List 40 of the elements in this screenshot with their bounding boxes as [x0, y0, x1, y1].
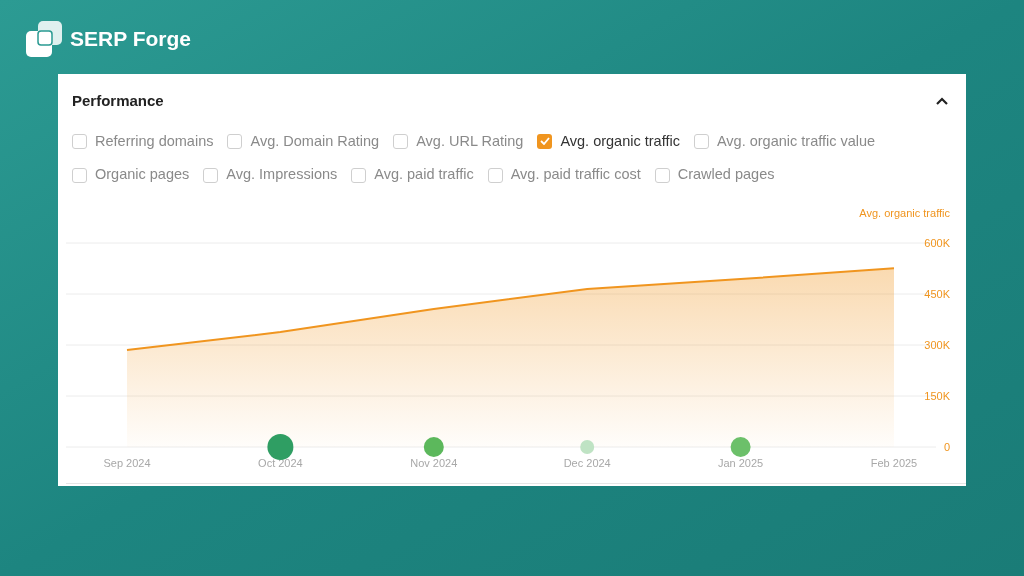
checkbox[interactable]: [72, 133, 87, 149]
event-marker[interactable]: [730, 436, 751, 457]
checkbox-label[interactable]: Organic pages: [95, 164, 190, 186]
checkbox[interactable]: [537, 133, 553, 149]
y-tick-label: 600K: [924, 236, 950, 249]
x-tick-label: Feb 2025: [870, 456, 918, 469]
x-tick-label: Oct 2024: [258, 456, 303, 469]
chevron-icon: [935, 96, 949, 107]
y-tick-label: 150K: [924, 389, 950, 402]
x-tick-label: Dec 2024: [563, 456, 611, 469]
x-tick-label: Nov 2024: [410, 456, 458, 469]
x-tick-label: Sep 2024: [103, 456, 151, 469]
checkbox[interactable]: [203, 167, 219, 183]
checkbox-label[interactable]: Avg. paid traffic cost: [510, 164, 641, 186]
checkbox-label[interactable]: Avg. Domain Rating: [250, 130, 380, 153]
checkbox[interactable]: [351, 167, 367, 183]
panel-title: Performance: [72, 91, 164, 111]
checkbox-label[interactable]: Avg. paid traffic: [374, 164, 474, 186]
brand-name: SERP Forge: [70, 26, 191, 53]
y-tick-label: 300K: [924, 338, 950, 351]
checkbox-label[interactable]: Avg. organic traffic value: [716, 130, 876, 153]
checkbox[interactable]: [487, 167, 503, 183]
checkbox-label[interactable]: Avg. organic traffic: [560, 130, 680, 153]
checkbox-label[interactable]: Avg. Impressions: [226, 164, 338, 186]
checkbox[interactable]: [393, 133, 409, 149]
series-label: Avg. organic traffic: [859, 206, 950, 221]
checkbox-label[interactable]: Crawled pages: [677, 164, 775, 186]
checkbox[interactable]: [227, 133, 243, 149]
event-marker[interactable]: [423, 436, 444, 457]
checkbox[interactable]: [693, 133, 709, 149]
x-tick-label: Jan 2025: [717, 456, 764, 469]
event-marker[interactable]: [580, 439, 595, 454]
checkbox[interactable]: [654, 167, 670, 183]
y-tick-label: 450K: [924, 287, 950, 300]
checkbox[interactable]: [72, 167, 87, 183]
event-marker[interactable]: [267, 433, 294, 460]
checkbox-label[interactable]: Referring domains: [95, 130, 214, 153]
y-tick-label: 0: [943, 440, 950, 453]
checkbox-label[interactable]: Avg. URL Rating: [416, 130, 524, 153]
logo-icon: [26, 21, 62, 57]
